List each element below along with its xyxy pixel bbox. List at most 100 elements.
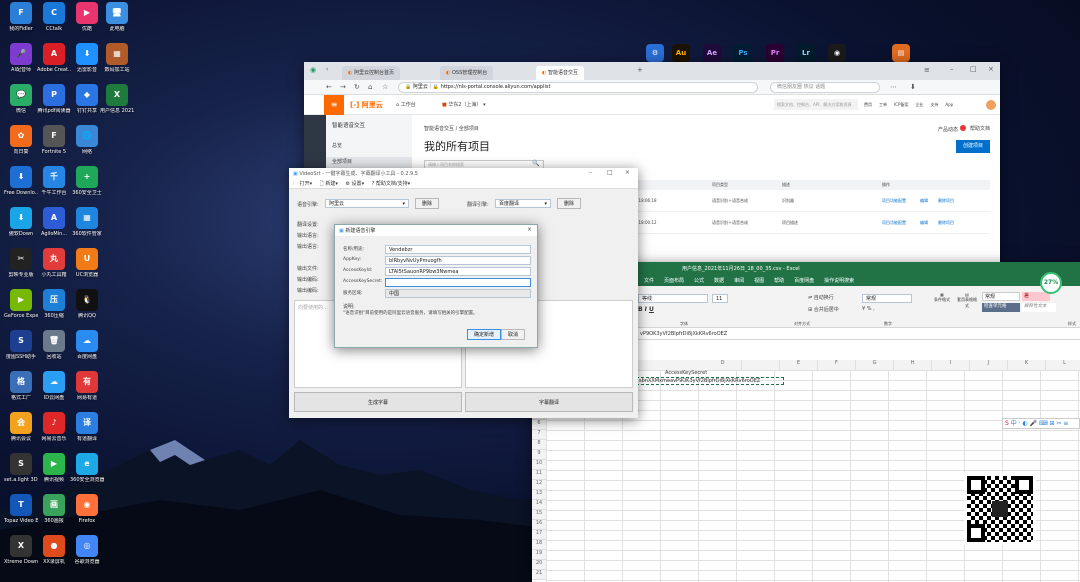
desktop-icon[interactable]: 🐧 腾讯QQ: [70, 289, 104, 319]
desktop-icon[interactable]: P 腾讯pdf阅读器: [37, 84, 71, 114]
desktop-icon[interactable]: +360安全卫士: [70, 166, 104, 196]
row-header[interactable]: 16: [532, 520, 546, 530]
forward-arrow-icon[interactable]: →: [340, 83, 346, 91]
column-header[interactable]: H: [894, 360, 932, 370]
desktop-icon[interactable]: 译有道翻译: [70, 412, 104, 442]
conditional-format-button[interactable]: ▦ 条件格式: [932, 292, 952, 303]
excel-menu-item[interactable]: 视图: [754, 278, 764, 284]
sidebar-item-overview[interactable]: 总览: [332, 142, 342, 149]
menu-settings[interactable]: ⚙ 设置▾: [345, 181, 364, 187]
photoshop-icon[interactable]: Ps: [734, 44, 752, 62]
dialog-cancel-button[interactable]: 取消: [501, 329, 526, 340]
aliyun-nav-item[interactable]: 费用: [864, 102, 872, 107]
desktop-icon[interactable]: 千千牛工作台: [37, 166, 71, 196]
dialog-field-input[interactable]: blRbyvNvUyPmuogfh: [385, 256, 531, 265]
desktop-icon[interactable]: 画 360画报: [37, 494, 71, 524]
bookmark-icon[interactable]: ☆: [382, 83, 388, 91]
product-news-link[interactable]: 产品动态: [938, 125, 966, 133]
search-icon[interactable]: 🔍: [532, 160, 539, 167]
desktop-icon[interactable]: ♪ 网易云音乐: [37, 412, 71, 442]
aliyun-nav-item[interactable]: App: [945, 102, 953, 107]
column-header[interactable]: E: [780, 360, 818, 370]
vs-minimize-icon[interactable]: –: [589, 169, 592, 176]
home-icon[interactable]: ⌂: [368, 83, 372, 91]
cell-c2-selected[interactable]: sbnXXMxmeavP9OK3yVf2BlpfrDi8jXkKRv6roOEZ: [636, 377, 784, 385]
desktop-icon[interactable]: ✿ 向日葵: [4, 125, 38, 155]
column-header[interactable]: L: [1046, 360, 1080, 370]
ime-toolbar[interactable]: S 中 · ◐ 🎤 ⌨ ⊞ ✂ ≡: [1002, 418, 1080, 429]
after-effects-icon[interactable]: Ae: [703, 44, 721, 62]
help-docs-link[interactable]: 帮助文档: [970, 125, 990, 132]
file-icon[interactable]: ▤: [892, 44, 910, 62]
desktop-icon[interactable]: ⬇ Free Downlo...: [4, 166, 38, 196]
row-header[interactable]: 18: [532, 540, 546, 550]
app-icon[interactable]: ⚙: [646, 44, 664, 62]
row-header[interactable]: 12: [532, 480, 546, 490]
desktop-icon[interactable]: C CCtalk: [37, 2, 71, 32]
row-header[interactable]: 20: [532, 560, 546, 570]
column-header[interactable]: G: [856, 360, 894, 370]
formula-value[interactable]: vP9OK3yVf2BlpfrDi8jXkKRv6roOEZ: [640, 331, 727, 337]
desktop-icon[interactable]: 会腾讯会议: [4, 412, 38, 442]
desktop-icon[interactable]: ▶ GeForce Experience: [4, 289, 38, 319]
desktop-icon[interactable]: ⬇ 傲软Down: [4, 207, 38, 237]
row-delete-link[interactable]: 删除项目: [938, 220, 954, 226]
translate-delete-button[interactable]: 删除: [557, 198, 582, 209]
style-bad[interactable]: 差: [1022, 292, 1050, 301]
desktop-icon[interactable]: X Xtreme Downlo...: [4, 535, 38, 565]
dialog-field-input[interactable]: [385, 278, 531, 287]
desktop-icon[interactable]: ◉ Firefox: [70, 494, 104, 524]
desktop-icon[interactable]: ▦ 数码加工站: [100, 43, 134, 73]
column-header[interactable]: F: [818, 360, 856, 370]
column-header[interactable]: J: [970, 360, 1008, 370]
vs-close-icon[interactable]: ×: [625, 169, 630, 176]
desktop-icon[interactable]: ☁ 百度网盘: [70, 330, 104, 360]
style-check[interactable]: 检查单元格: [982, 303, 1020, 312]
tab-aliyun-home[interactable]: ◐ 阿里云控制台首页: [342, 66, 400, 80]
sidebar-item-projects[interactable]: 全部项目: [326, 157, 412, 168]
aliyun-nav-item[interactable]: 工单: [879, 102, 887, 107]
column-header[interactable]: K: [1008, 360, 1046, 370]
column-header[interactable]: I: [932, 360, 970, 370]
desktop-icon[interactable]: ☁ ID云网盘: [37, 371, 71, 401]
menu-open[interactable]: 🗀 打开▾: [293, 181, 312, 187]
aliyun-search-input[interactable]: 搜索文档、控制台、API、解决方案和资源: [774, 99, 858, 110]
dialog-field-input[interactable]: Vendebzr: [385, 245, 531, 254]
extension-icon[interactable]: ⋯: [890, 83, 897, 91]
desktop-icon[interactable]: ● XX录屏机: [37, 535, 71, 565]
vs-maximize-icon[interactable]: □: [607, 169, 613, 176]
browser-search-input[interactable]: 微信朋友圈 热议 话题: [770, 82, 880, 93]
desktop-icon[interactable]: F Fortnite 5: [37, 125, 71, 155]
desktop-icon[interactable]: F 我的Fidler: [4, 2, 38, 32]
cell-c1[interactable]: AccessKeySecret: [665, 370, 707, 376]
desktop-icon[interactable]: ▦ 360软件管家: [70, 207, 104, 237]
tab-nls[interactable]: ◐ 智能语音交互: [536, 66, 584, 80]
row-header[interactable]: 15: [532, 510, 546, 520]
row-header[interactable]: 14: [532, 500, 546, 510]
row-header[interactable]: 17: [532, 530, 546, 540]
row-config-link[interactable]: 项目功能配置: [882, 220, 906, 226]
desktop-icon[interactable]: ✂ 剪映专业版: [4, 248, 38, 278]
new-tab-icon[interactable]: +: [637, 66, 643, 74]
address-input[interactable]: 🔒 阿里云｜🔒 https://nls-portal.console.aliyu…: [398, 82, 758, 93]
menu-help[interactable]: ? 帮助文档/支持▾: [372, 181, 410, 187]
bold-icon[interactable]: B I U: [638, 306, 654, 313]
wrap-text-button[interactable]: ⇌ 自动换行: [808, 294, 834, 301]
desktop-icon[interactable]: X 用户信息 2021年11...: [100, 84, 134, 114]
desktop-icon[interactable]: 💬 微信: [4, 84, 38, 114]
desktop-icon[interactable]: Sset.a.light 3D v2.5: [4, 453, 38, 483]
maximize-icon[interactable]: □: [970, 65, 977, 73]
aliyun-nav-item[interactable]: ICP备案: [894, 102, 908, 107]
premiere-icon[interactable]: Pr: [766, 44, 784, 62]
desktop-icon[interactable]: ▶ 优酷: [70, 2, 104, 32]
network-speed-badge[interactable]: 27%: [1040, 272, 1062, 294]
desktop-icon[interactable]: T Topaz Video En...: [4, 494, 38, 524]
desktop-icon[interactable]: U UC浏览器: [70, 248, 104, 278]
desktop-icon[interactable]: S 度图SSH助手: [4, 330, 38, 360]
table-format-button[interactable]: ▤ 套用表格格式: [956, 292, 978, 309]
currency-icon[interactable]: ¥ % ,: [862, 306, 875, 312]
row-header[interactable]: 6: [532, 420, 546, 430]
font-size-select[interactable]: 11: [712, 294, 728, 303]
excel-menu-item[interactable]: 页面布局: [664, 278, 684, 284]
row-header[interactable]: 13: [532, 490, 546, 500]
